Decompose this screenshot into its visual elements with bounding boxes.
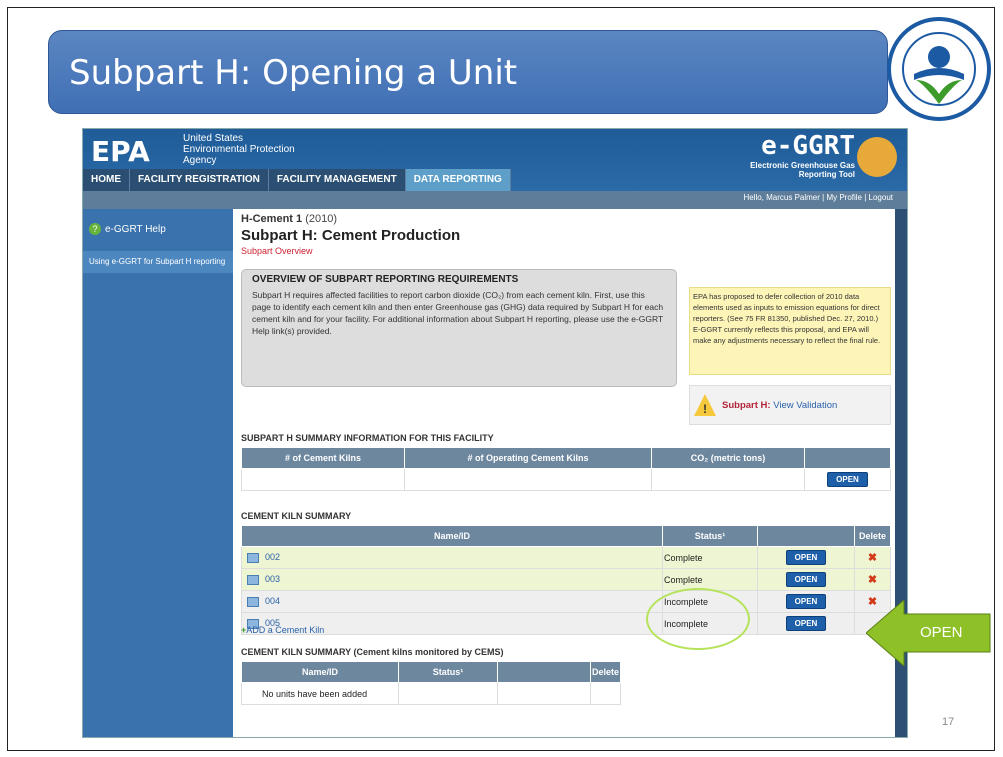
- col-cement-kilns: # of Cement Kilns: [241, 447, 405, 469]
- unit-icon: [247, 574, 259, 585]
- summary-table: # of Cement Kilns # of Operating Cement …: [241, 447, 891, 491]
- kiln-name[interactable]: 002: [265, 552, 280, 562]
- col-name-id: Name/ID: [241, 525, 663, 547]
- unit-icon: [247, 552, 259, 563]
- agency-name: United States Environmental Protection A…: [183, 133, 383, 166]
- tool-subtitle-1: Electronic Greenhouse Gas: [750, 161, 855, 170]
- nav-facility-registration[interactable]: FACILITY REGISTRATION: [130, 169, 269, 191]
- validation-box[interactable]: ! Subpart H: View Validation: [689, 385, 891, 425]
- validation-text: Subpart H: View Validation: [722, 400, 837, 411]
- tool-subtitle-2: Reporting Tool: [798, 170, 855, 179]
- help-icon: ?: [89, 223, 101, 235]
- overview-title: OVERVIEW OF SUBPART REPORTING REQUIREMEN…: [252, 274, 519, 285]
- warning-icon: !: [694, 394, 716, 416]
- table-row: 004 Incomplete OPEN ✖: [241, 590, 891, 613]
- col-delete: Delete: [854, 525, 891, 547]
- nav-facility-management[interactable]: FACILITY MANAGEMENT: [268, 169, 406, 191]
- kiln-name[interactable]: 003: [265, 574, 280, 584]
- slide-title: Subpart H: Opening a Unit: [48, 30, 888, 114]
- main-content: H-Cement 1 (2010) Subpart H: Cement Prod…: [241, 213, 891, 705]
- cems-col-action: [496, 661, 591, 683]
- col-operating-kilns: # of Operating Cement Kilns: [404, 447, 652, 469]
- egggrt-logo: e-GGRT Electronic Greenhouse Gas Reporti…: [703, 131, 903, 187]
- sidebar: ? e-GGRT Help Using e-GGRT for Subpart H…: [83, 209, 233, 737]
- highlight-circle: [646, 588, 750, 650]
- cems-table: Name/ID Status¹ Delete No units have bee…: [241, 661, 622, 705]
- delete-icon[interactable]: ✖: [854, 546, 891, 569]
- col-action: [804, 447, 891, 469]
- open-kiln-button[interactable]: OPEN: [785, 616, 827, 631]
- sidebar-help[interactable]: ? e-GGRT Help: [89, 223, 166, 235]
- delete-icon[interactable]: ✖: [854, 568, 891, 591]
- overview-text: Subpart H requires affected facilities t…: [252, 290, 664, 336]
- egggrt-screenshot: EPA United States Environmental Protecti…: [82, 128, 908, 738]
- view-validation-link[interactable]: View Validation: [773, 400, 837, 411]
- open-kiln-button[interactable]: OPEN: [785, 550, 827, 565]
- cems-empty-message: No units have been added: [241, 682, 399, 705]
- add-cement-kiln-link[interactable]: +ADD a Cement Kiln: [241, 625, 324, 635]
- epa-logo: EPA: [91, 135, 150, 168]
- facility-name: H-Cement 1: [241, 213, 303, 225]
- cems-col-name: Name/ID: [241, 661, 399, 683]
- user-links[interactable]: Hello, Marcus Palmer | My Profile | Logo…: [743, 193, 893, 202]
- open-callout-label: OPEN: [920, 624, 963, 641]
- cems-col-status: Status¹: [397, 661, 498, 683]
- open-kiln-button[interactable]: OPEN: [785, 594, 827, 609]
- col-co2: CO₂ (metric tons): [651, 447, 805, 469]
- validation-label: Subpart H:: [722, 399, 771, 411]
- nav-data-reporting[interactable]: DATA REPORTING: [405, 169, 511, 191]
- subpart-overview-link[interactable]: Subpart Overview: [241, 246, 891, 256]
- epa-seal-icon: [887, 17, 991, 121]
- col-status: Status¹: [662, 525, 758, 547]
- add-kiln-label: ADD a Cement Kiln: [246, 625, 325, 635]
- kiln-status: Complete: [662, 568, 758, 591]
- page-heading: Subpart H: Cement Production: [241, 227, 461, 244]
- nav-home[interactable]: HOME: [83, 169, 130, 191]
- agency-line-1: United States: [183, 133, 244, 144]
- cems-col-delete: Delete: [589, 661, 622, 683]
- overview-box: OVERVIEW OF SUBPART REPORTING REQUIREMEN…: [241, 269, 677, 387]
- unit-icon: [247, 596, 259, 607]
- summary-title: SUBPART H SUMMARY INFORMATION FOR THIS F…: [241, 433, 494, 443]
- open-kiln-button[interactable]: OPEN: [785, 572, 827, 587]
- col-open: [757, 525, 855, 547]
- breadcrumb: H-Cement 1 (2010): [241, 213, 891, 225]
- main-nav: HOME FACILITY REGISTRATION FACILITY MANA…: [83, 169, 511, 191]
- kiln-table: Name/ID Status¹ Delete 002 Complete OPEN…: [241, 525, 891, 635]
- kiln-summary-title: CEMENT KILN SUMMARY: [241, 511, 352, 521]
- cems-title: CEMENT KILN SUMMARY (Cement kilns monito…: [241, 647, 504, 657]
- deferral-note: EPA has proposed to defer collection of …: [689, 287, 891, 375]
- kiln-status: Complete: [662, 546, 758, 569]
- agency-line-3: Agency: [183, 155, 217, 166]
- tool-name: e-GGRT: [761, 131, 855, 161]
- top-banner: EPA United States Environmental Protecti…: [83, 129, 907, 191]
- table-row: 003 Complete OPEN ✖: [241, 568, 891, 591]
- sidebar-item-using-eggrt[interactable]: Using e-GGRT for Subpart H reporting: [83, 251, 233, 273]
- sidebar-help-label: e-GGRT Help: [105, 223, 166, 235]
- kiln-name[interactable]: 004: [265, 596, 280, 606]
- open-summary-button[interactable]: OPEN: [827, 472, 868, 487]
- pelican-icon: [857, 137, 897, 177]
- reporting-year: (2010): [305, 213, 337, 225]
- table-row: 005 Incomplete OPEN: [241, 612, 891, 635]
- table-row: 002 Complete OPEN ✖: [241, 546, 891, 569]
- agency-line-2: Environmental Protection: [183, 144, 295, 155]
- page-number: 17: [942, 716, 955, 728]
